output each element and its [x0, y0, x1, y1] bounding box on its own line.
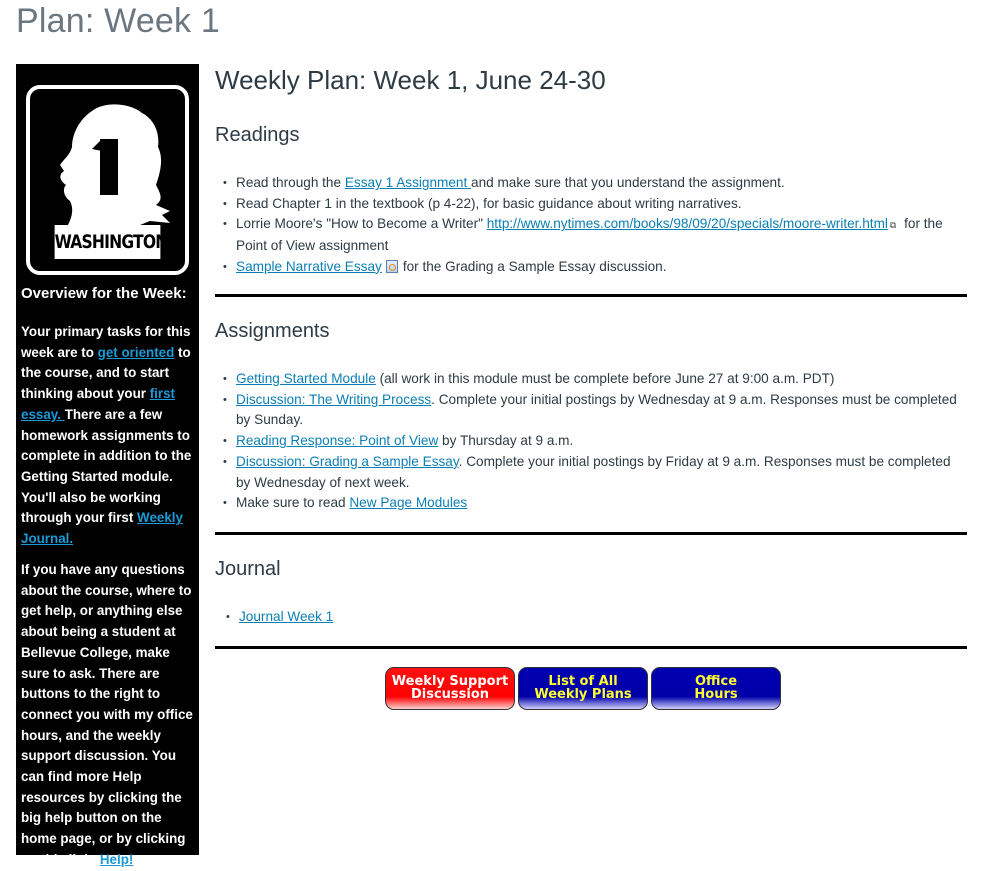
- getting-started-module-link[interactable]: Getting Started Module: [236, 371, 376, 386]
- weekly-support-discussion-button[interactable]: Weekly Support Discussion: [385, 667, 515, 710]
- list-item: Lorrie Moore's "How to Become a Writer" …: [223, 214, 967, 256]
- list-item: Journal Week 1: [226, 607, 967, 628]
- assignments-list: Getting Started Module (all work in this…: [215, 369, 967, 514]
- office-hours-button[interactable]: Office Hours: [651, 667, 781, 710]
- document-preview-icon[interactable]: [385, 259, 398, 273]
- new-page-modules-link[interactable]: New Page Modules: [349, 495, 467, 510]
- list-item: Discussion: The Writing Process. Complet…: [223, 390, 967, 431]
- help-link[interactable]: Help!: [100, 852, 133, 867]
- readings-heading: Readings: [215, 124, 300, 146]
- text: for the Grading a Sample Essay discussio…: [402, 258, 667, 274]
- reading-response-link[interactable]: Reading Response: Point of View: [236, 433, 438, 448]
- section-divider: [215, 294, 967, 297]
- overview-heading: Overview for the Week:: [21, 285, 187, 302]
- journal-list: Journal Week 1: [215, 607, 967, 628]
- get-oriented-link[interactable]: get oriented: [98, 345, 175, 360]
- list-item: Discussion: Grading a Sample Essay. Comp…: [223, 452, 967, 493]
- journal-week-1-link[interactable]: Journal Week 1: [239, 609, 333, 624]
- text: Read through the: [236, 175, 345, 190]
- text: Lorrie Moore's "How to Become a Writer": [236, 216, 487, 232]
- list-item: Reading Response: Point of View by Thurs…: [223, 431, 967, 452]
- text: (all work in this module must be complet…: [375, 371, 835, 386]
- button-label: Hours: [694, 687, 738, 702]
- external-link-icon: ⧉: [889, 220, 897, 231]
- text: If you have any questions about the cour…: [21, 562, 193, 867]
- section-divider: [215, 532, 967, 535]
- list-item: Read Chapter 1 in the textbook (p 4-22),…: [223, 194, 967, 215]
- overview-paragraph: Your primary tasks for this week are to …: [21, 322, 195, 550]
- help-paragraph: If you have any questions about the cour…: [21, 560, 195, 871]
- list-item: Read through the Essay 1 Assignment and …: [223, 173, 967, 194]
- readings-list: Read through the Essay 1 Assignment and …: [215, 173, 967, 278]
- essay-1-assignment-link[interactable]: Essay 1 Assignment: [345, 175, 471, 190]
- button-label: Weekly Plans: [534, 687, 632, 702]
- weekly-plan-title: Weekly Plan: Week 1, June 24-30: [215, 65, 606, 95]
- text: Make sure to read: [236, 495, 350, 511]
- section-divider: [215, 646, 967, 649]
- list-item: Sample Narrative Essay for the Grading a …: [223, 257, 967, 278]
- journal-heading: Journal: [215, 558, 281, 580]
- sign-label: WASHINGTON: [54, 225, 168, 259]
- grading-sample-essay-link[interactable]: Discussion: Grading a Sample Essay: [236, 454, 459, 469]
- text: There are a few homework assignments to …: [21, 406, 192, 526]
- text: Read Chapter 1 in the textbook (p 4-22),…: [236, 195, 742, 211]
- list-item: Make sure to read New Page Modules: [223, 493, 967, 514]
- sample-narrative-essay-link[interactable]: Sample Narrative Essay: [236, 259, 382, 274]
- list-of-weekly-plans-button[interactable]: List of All Weekly Plans: [518, 667, 648, 710]
- nytimes-link[interactable]: http://www.nytimes.com/books/98/09/20/sp…: [487, 216, 888, 231]
- page-title: Plan: Week 1: [16, 2, 220, 40]
- list-item: Getting Started Module (all work in this…: [223, 369, 967, 390]
- writing-process-discussion-link[interactable]: Discussion: The Writing Process: [236, 392, 431, 407]
- button-label: Discussion: [410, 687, 490, 702]
- assignments-heading: Assignments: [215, 320, 330, 342]
- sidebar-overview: WASHINGTON Overview for the Week: Your p…: [16, 64, 199, 867]
- text: and make sure that you understand the as…: [471, 175, 785, 190]
- text: by Thursday at 9 a.m.: [438, 433, 574, 449]
- washington-highway-sign-icon: WASHINGTON: [26, 85, 189, 275]
